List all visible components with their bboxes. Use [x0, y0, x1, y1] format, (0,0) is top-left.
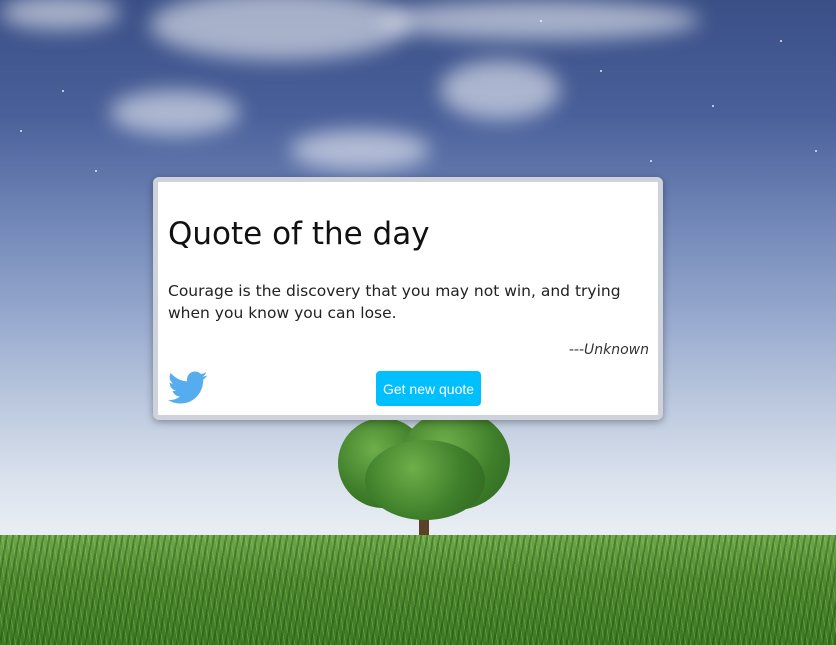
quote-card: Quote of the day Courage is the discover…	[153, 177, 663, 420]
star	[62, 90, 64, 92]
cloud	[440, 60, 560, 120]
star	[712, 105, 714, 107]
star	[780, 40, 782, 42]
quote-author: ---Unknown	[568, 342, 649, 358]
cloud	[150, 0, 410, 60]
tweet-button[interactable]	[168, 371, 210, 407]
star	[815, 150, 817, 152]
cloud	[0, 0, 120, 30]
tree-crown	[365, 440, 485, 520]
page-title: Quote of the day	[168, 216, 430, 252]
star	[600, 70, 602, 72]
twitter-bird-icon	[168, 371, 208, 404]
star	[540, 20, 542, 22]
grass-field	[0, 535, 836, 645]
star	[650, 160, 652, 162]
quote-text: Courage is the discovery that you may no…	[168, 282, 621, 322]
cloud	[290, 130, 430, 170]
star	[20, 130, 22, 132]
background-scene: Quote of the day Courage is the discover…	[0, 0, 836, 645]
new-quote-button[interactable]: Get new quote	[376, 371, 481, 406]
star	[95, 170, 97, 172]
cloud	[110, 90, 240, 135]
